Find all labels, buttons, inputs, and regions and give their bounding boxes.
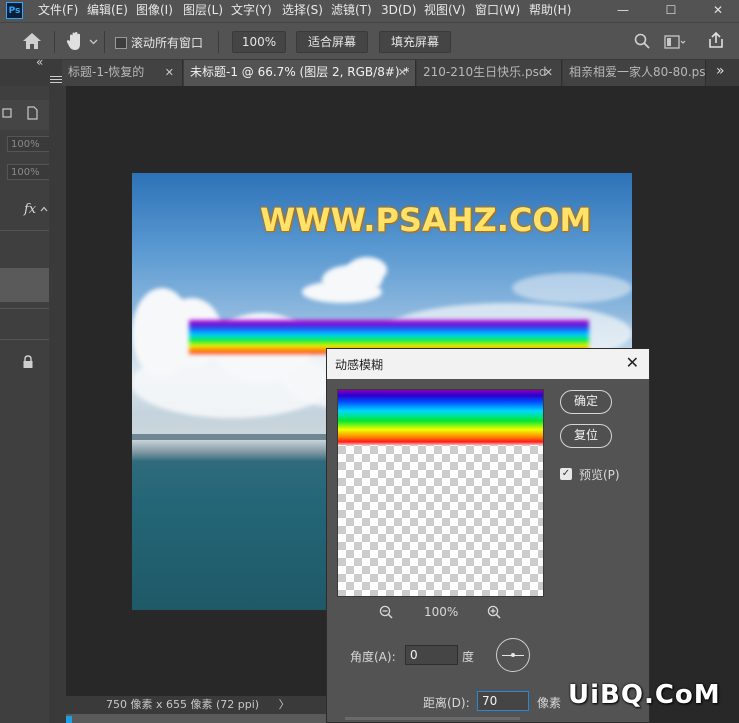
preview-checkbox[interactable]: ✓ (560, 468, 572, 480)
zoom-100-button[interactable]: 100% (232, 31, 286, 53)
collapse-panel-button[interactable]: « (36, 55, 43, 69)
minimize-button[interactable]: — (600, 0, 646, 22)
close-icon[interactable]: ✕ (165, 60, 174, 85)
menu-help[interactable]: 帮助(H) (529, 0, 571, 22)
cloud (512, 273, 632, 303)
menu-view[interactable]: 视图(V) (424, 0, 466, 22)
distance-input[interactable]: 70 (477, 691, 529, 711)
workspace-icon[interactable] (664, 35, 686, 49)
photoshop-logo-icon: Ps (6, 2, 23, 19)
scroll-all-windows-checkbox[interactable] (115, 37, 127, 49)
ok-button[interactable]: 确定 (560, 390, 612, 414)
site-watermark-logo: UiBQ.CoM (568, 680, 721, 710)
status-bar: 750 像素 x 655 像素 (72 ppi) 〉 (66, 696, 326, 714)
scroll-all-windows-label: 滚动所有窗口 (131, 36, 204, 50)
close-icon[interactable]: ✕ (544, 60, 553, 85)
filter-preview[interactable] (337, 389, 544, 597)
distance-label: 距离(D): (423, 696, 470, 710)
close-icon[interactable]: ✕ (626, 353, 639, 372)
zoom-in-icon[interactable] (487, 605, 501, 619)
preview-label: 预览(P) (579, 468, 620, 482)
distance-unit: 像素 (537, 696, 562, 710)
zoom-out-icon[interactable] (379, 605, 393, 619)
search-icon[interactable] (634, 33, 650, 49)
horizontal-scrollbar[interactable] (66, 714, 326, 723)
divider (0, 230, 49, 231)
divider (0, 308, 49, 309)
tab-active-doc[interactable]: 未标题-1 @ 66.7% (图层 2, RGB/8#) * ✕ (184, 60, 416, 86)
menu-layer[interactable]: 图层(L) (183, 0, 223, 22)
panel-dock-strip (49, 86, 66, 723)
document-size-info: 750 像素 x 655 像素 (72 ppi) (106, 698, 260, 711)
menu-filter[interactable]: 滤镜(T) (331, 0, 372, 22)
fit-screen-button[interactable]: 适合屏幕 (296, 31, 368, 53)
share-icon[interactable] (707, 31, 725, 49)
scroll-indicator (66, 716, 72, 723)
tab-label: 相亲相爱一家人80-80.psd (569, 65, 706, 79)
divider (0, 339, 49, 340)
document-icon[interactable] (26, 106, 38, 120)
hand-tool-icon[interactable] (66, 31, 84, 51)
tab-family-psd[interactable]: 相亲相爱一家人80-80.psd (563, 60, 706, 86)
dialog-titlebar[interactable]: 动感模糊 ✕ (327, 349, 649, 379)
transform-icon[interactable] (1, 107, 13, 119)
preview-zoom-level: 100% (424, 605, 459, 619)
menu-type[interactable]: 文字(Y) (231, 0, 272, 22)
tab-label: 210-210生日快乐.psd (423, 65, 547, 79)
reset-button[interactable]: 复位 (560, 424, 612, 448)
menu-bar: Ps 文件(F) 编辑(E) 图像(I) 图层(L) 文字(Y) 选择(S) 滤… (0, 0, 739, 22)
angle-dial-center (511, 653, 515, 657)
angle-label: 角度(A): (350, 650, 396, 664)
menu-image[interactable]: 图像(I) (136, 0, 173, 22)
chevron-up-icon[interactable] (40, 206, 48, 212)
separator (54, 31, 55, 53)
angle-dial[interactable] (496, 638, 530, 672)
close-window-button[interactable]: ✕ (695, 0, 739, 22)
home-icon[interactable] (22, 32, 42, 50)
fx-icon[interactable]: fx (24, 202, 36, 217)
preview-rainbow-image (338, 390, 543, 445)
lock-icon[interactable] (22, 355, 34, 369)
cloud (302, 281, 382, 303)
tab-birthday-psd[interactable]: 210-210生日快乐.psd ✕ (417, 60, 562, 86)
cloud (347, 257, 387, 283)
separator (218, 31, 219, 53)
tab-label: 标题-1-恢复的 (68, 65, 145, 79)
tab-overflow-button[interactable]: » (716, 63, 725, 79)
properties-panel: « 100% 100% fx (0, 55, 66, 723)
motion-blur-dialog: 动感模糊 ✕ 确定 复位 ✓ 预览(P) 100% 角度(A): 0 度 距离(… (326, 348, 650, 723)
restore-button[interactable]: ☐ (648, 0, 694, 22)
panel-menu-icon[interactable] (50, 74, 62, 84)
status-menu-arrow[interactable]: 〉 (279, 698, 290, 711)
website-watermark: WWW.PSAHZ.COM (260, 201, 592, 239)
menu-3d[interactable]: 3D(D) (381, 0, 416, 22)
menu-window[interactable]: 窗口(W) (475, 0, 520, 22)
close-icon[interactable]: ✕ (398, 60, 407, 85)
options-bar: 滚动所有窗口 100% 适合屏幕 填充屏幕 (0, 22, 739, 60)
tab-label: 未标题-1 @ 66.7% (图层 2, RGB/8#) * (190, 65, 410, 79)
tab-restored-doc[interactable]: 标题-1-恢复的 ✕ (62, 60, 183, 86)
dialog-title: 动感模糊 (335, 358, 384, 372)
fill-screen-button[interactable]: 填充屏幕 (379, 31, 451, 53)
angle-input[interactable]: 0 (405, 645, 458, 665)
angle-unit: 度 (462, 650, 475, 664)
separator (104, 31, 105, 53)
chevron-down-icon[interactable] (89, 39, 98, 45)
distance-slider-track[interactable] (345, 717, 520, 720)
menu-file[interactable]: 文件(F) (38, 0, 78, 22)
menu-edit[interactable]: 编辑(E) (87, 0, 128, 22)
menu-select[interactable]: 选择(S) (282, 0, 323, 22)
